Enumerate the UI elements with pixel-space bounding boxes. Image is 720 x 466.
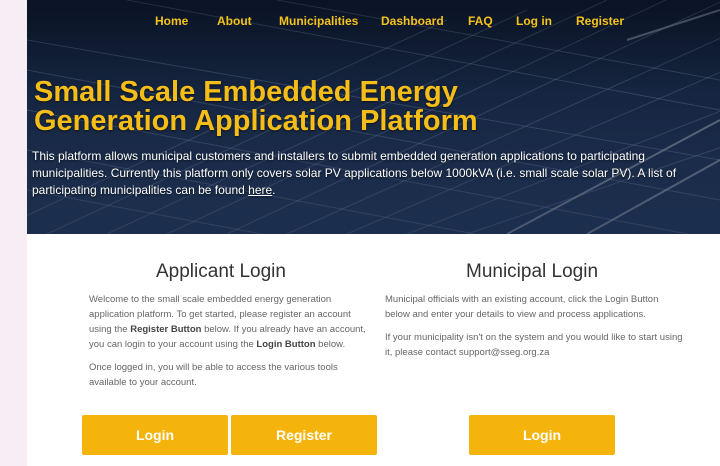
hero-description: This platform allows municipal customers…: [32, 148, 720, 199]
nav-register[interactable]: Register: [576, 14, 624, 28]
title-line-2: Generation Application Platform: [34, 105, 478, 137]
login-button-ref: Login Button: [256, 339, 316, 350]
nav-dashboard[interactable]: Dashboard: [381, 14, 444, 28]
nav-log-in[interactable]: Log in: [516, 14, 552, 28]
applicant-login-text: Welcome to the small scale embedded ener…: [89, 292, 369, 398]
municipal-login-text: Municipal officials with an existing acc…: [385, 292, 685, 368]
municipal-contact: If your municipality isn't on the system…: [385, 332, 683, 358]
nav-municipalities[interactable]: Municipalities: [279, 14, 358, 28]
applicant-tools-note: Once logged in, you will be able to acce…: [89, 362, 338, 388]
register-button-ref: Register Button: [130, 324, 202, 335]
page-title: Small Scale Embedded Energy Generation A…: [34, 78, 594, 136]
description-end: .: [272, 183, 276, 197]
page: Home About Municipalities Dashboard FAQ …: [27, 0, 720, 466]
municipal-login-title: Municipal Login: [466, 261, 599, 282]
municipal-intro: Municipal officials with an existing acc…: [385, 294, 659, 320]
hero-banner: Home About Municipalities Dashboard FAQ …: [27, 0, 720, 234]
applicant-intro-e: below.: [315, 339, 346, 350]
title-line-1: Small Scale Embedded Energy: [34, 76, 458, 108]
nav-home[interactable]: Home: [155, 14, 188, 28]
applicant-login-button[interactable]: Login: [82, 415, 228, 455]
municipal-login-button[interactable]: Login: [469, 415, 615, 455]
description-text: This platform allows municipal customers…: [32, 149, 677, 197]
register-button[interactable]: Register: [231, 415, 377, 455]
nav-faq[interactable]: FAQ: [468, 14, 493, 28]
applicant-intro: Welcome to the small scale embedded ener…: [89, 292, 369, 352]
top-nav: Home About Municipalities Dashboard FAQ …: [27, 14, 720, 34]
applicant-login-title: Applicant Login: [156, 261, 286, 282]
municipalities-link[interactable]: here: [248, 183, 272, 197]
nav-about[interactable]: About: [217, 14, 252, 28]
